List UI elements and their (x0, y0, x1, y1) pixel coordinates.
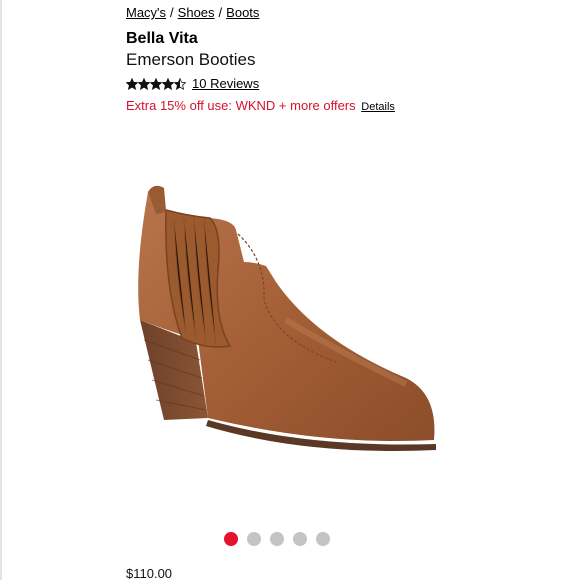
product-brand: Bella Vita (126, 30, 198, 47)
carousel-dot[interactable] (316, 532, 330, 546)
breadcrumb-link-macys[interactable]: Macy's (126, 5, 166, 20)
breadcrumb: Macy's / Shoes / Boots (126, 4, 580, 22)
star-full-icon (162, 78, 174, 90)
carousel-dot[interactable] (293, 532, 307, 546)
star-full-icon (138, 78, 150, 90)
carousel-dot[interactable] (247, 532, 261, 546)
promo-text: Extra 15% off use: WKND + more offers (126, 98, 356, 113)
breadcrumb-link-shoes[interactable]: Shoes (178, 5, 215, 20)
star-full-icon (150, 78, 162, 90)
promo-details-link[interactable]: Details (361, 101, 395, 113)
star-rating (126, 78, 186, 90)
product-header: Macy's / Shoes / Boots Bella Vita Emerson Bo… (126, 4, 580, 115)
star-full-icon (126, 78, 138, 90)
breadcrumb-separator: / (218, 5, 223, 20)
product-image[interactable] (126, 170, 456, 470)
reviews-link[interactable]: 10 Reviews (192, 76, 259, 92)
star-half-icon (174, 78, 186, 90)
carousel-dot[interactable] (270, 532, 284, 546)
product-name: Emerson Booties (126, 50, 256, 69)
image-carousel-indicators (224, 532, 330, 546)
promo-banner: Extra 15% off use: WKND + more offers De… (126, 98, 580, 115)
product-price: $110.00 (126, 566, 173, 581)
carousel-dot[interactable] (224, 532, 238, 546)
breadcrumb-link-boots[interactable]: Boots (226, 5, 259, 20)
breadcrumb-separator: / (170, 5, 174, 20)
rating-row: 10 Reviews (126, 76, 580, 92)
left-edge-divider (0, 0, 2, 580)
bootie-image-icon (138, 185, 436, 451)
